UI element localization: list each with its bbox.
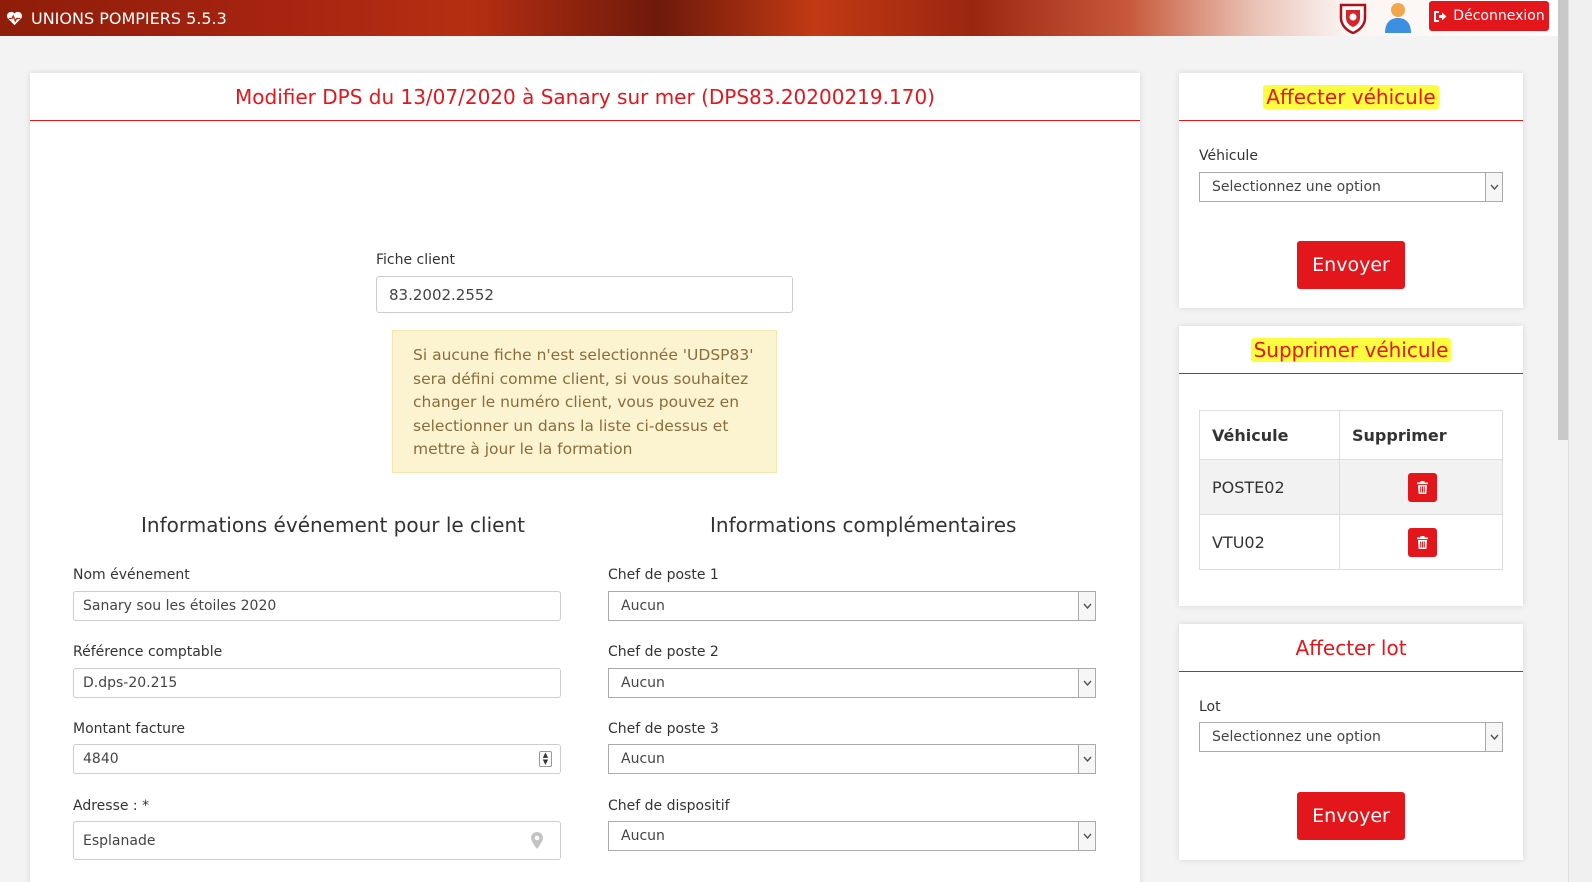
chevron-down-icon (1078, 745, 1095, 773)
lot-select-placeholder: Selectionnez une option (1212, 729, 1381, 745)
number-spinner-icon[interactable]: ▲ ▼ (539, 751, 552, 767)
table-row: POSTE02 (1199, 459, 1503, 515)
chevron-down-icon (1078, 592, 1095, 620)
chevron-down-icon (1485, 723, 1502, 751)
app-title: UNIONS POMPIERS 5.5.3 (31, 8, 227, 28)
delete-vehicule-button[interactable] (1408, 472, 1437, 502)
chef-poste-1-select[interactable]: Aucun (608, 591, 1096, 621)
vehicule-label: Véhicule (1199, 148, 1258, 164)
affecter-vehicule-title: Affecter véhicule (1179, 73, 1523, 121)
delete-cell (1339, 459, 1503, 515)
column-header-supprimer: Supprimer (1339, 410, 1503, 460)
vehicule-select[interactable]: Selectionnez une option (1199, 172, 1503, 202)
chef-poste-2-select[interactable]: Aucun (608, 668, 1096, 698)
supprimer-vehicule-title: Supprimer véhicule (1179, 326, 1523, 374)
montant-facture-field[interactable]: 4840 ▲ ▼ (73, 744, 561, 774)
vehicule-cell: VTU02 (1199, 514, 1340, 570)
affecter-lot-card: Affecter lot Lot Selectionnez une option… (1179, 624, 1523, 860)
chevron-down-icon (1078, 669, 1095, 697)
montant-facture-label: Montant facture (73, 721, 186, 737)
heart-pulse-icon (7, 11, 22, 25)
trash-icon (1417, 535, 1428, 549)
column-header-vehicule: Véhicule (1199, 410, 1340, 460)
logout-label: Déconnexion (1453, 8, 1545, 24)
shield-logo-icon[interactable] (1338, 2, 1368, 34)
affecter-lot-title: Affecter lot (1179, 624, 1523, 672)
lot-label: Lot (1199, 699, 1221, 715)
vehicule-select-placeholder: Selectionnez une option (1212, 179, 1381, 195)
chef-dispositif-select[interactable]: Aucun (608, 821, 1096, 851)
table-row: VTU02 (1199, 514, 1503, 570)
chevron-down-icon (1485, 173, 1502, 201)
logout-button[interactable]: Déconnexion (1429, 1, 1549, 31)
supprimer-vehicule-card: Supprimer véhicule Véhicule Supprimer PO… (1179, 326, 1523, 606)
chef-poste-2-label: Chef de poste 2 (608, 644, 719, 660)
client-warning-alert: Si aucune fiche n'est selectionnée 'UDSP… (392, 330, 777, 473)
nom-evenement-field[interactable]: Sanary sou les étoiles 2020 (73, 591, 561, 621)
page-scrollbar-track[interactable] (1568, 0, 1592, 882)
supprimer-vehicule-title-text: Supprimer véhicule (1250, 338, 1452, 362)
delete-vehicule-button[interactable] (1408, 527, 1437, 557)
sign-out-icon (1434, 10, 1447, 22)
page-scrollbar-thumb[interactable] (1558, 0, 1568, 440)
chevron-down-icon (1078, 822, 1095, 850)
chef-poste-3-select[interactable]: Aucun (608, 744, 1096, 774)
map-marker-icon (531, 832, 543, 849)
adresse-field[interactable]: Esplanade (73, 821, 561, 860)
adresse-label: Adresse : * (73, 798, 150, 814)
chef-poste-1-value: Aucun (621, 598, 665, 614)
montant-facture-value: 4840 (83, 751, 119, 767)
vehicule-cell: POSTE02 (1199, 459, 1340, 515)
vehicule-table: Véhicule Supprimer POSTE02 VTU02 (1199, 410, 1503, 570)
chef-poste-3-value: Aucun (621, 751, 665, 767)
fiche-client-label: Fiche client (376, 252, 456, 268)
lot-select[interactable]: Selectionnez une option (1199, 722, 1503, 752)
user-avatar-icon[interactable] (1383, 0, 1413, 34)
reference-comptable-field[interactable]: D.dps-20.215 (73, 668, 561, 698)
chef-dispositif-value: Aucun (621, 828, 665, 844)
affecter-vehicule-card: Affecter véhicule Véhicule Selectionnez … (1179, 73, 1523, 308)
chef-poste-3-label: Chef de poste 3 (608, 721, 719, 737)
delete-cell (1339, 514, 1503, 570)
chef-poste-1-label: Chef de poste 1 (608, 567, 719, 583)
envoyer-lot-button[interactable]: Envoyer (1297, 792, 1405, 840)
reference-comptable-label: Référence comptable (73, 644, 223, 660)
fiche-client-field[interactable]: 83.2002.2552 (376, 276, 793, 313)
table-header-row: Véhicule Supprimer (1199, 410, 1503, 460)
adresse-value: Esplanade (83, 832, 156, 849)
page-title: Modifier DPS du 13/07/2020 à Sanary sur … (30, 73, 1140, 121)
top-navbar: UNIONS POMPIERS 5.5.3 (0, 0, 1568, 36)
complementary-info-heading: Informations complémentaires (710, 513, 1017, 537)
chef-dispositif-label: Chef de dispositif (608, 798, 730, 814)
affecter-vehicule-title-text: Affecter véhicule (1263, 85, 1439, 109)
chef-poste-2-value: Aucun (621, 675, 665, 691)
envoyer-vehicule-button[interactable]: Envoyer (1297, 241, 1405, 289)
app-brand[interactable]: UNIONS POMPIERS 5.5.3 (6, 0, 227, 36)
client-info-heading: Informations événement pour le client (141, 513, 525, 537)
edit-dps-card: Modifier DPS du 13/07/2020 à Sanary sur … (30, 73, 1140, 882)
nom-evenement-label: Nom événement (73, 567, 190, 583)
trash-icon (1417, 480, 1428, 494)
